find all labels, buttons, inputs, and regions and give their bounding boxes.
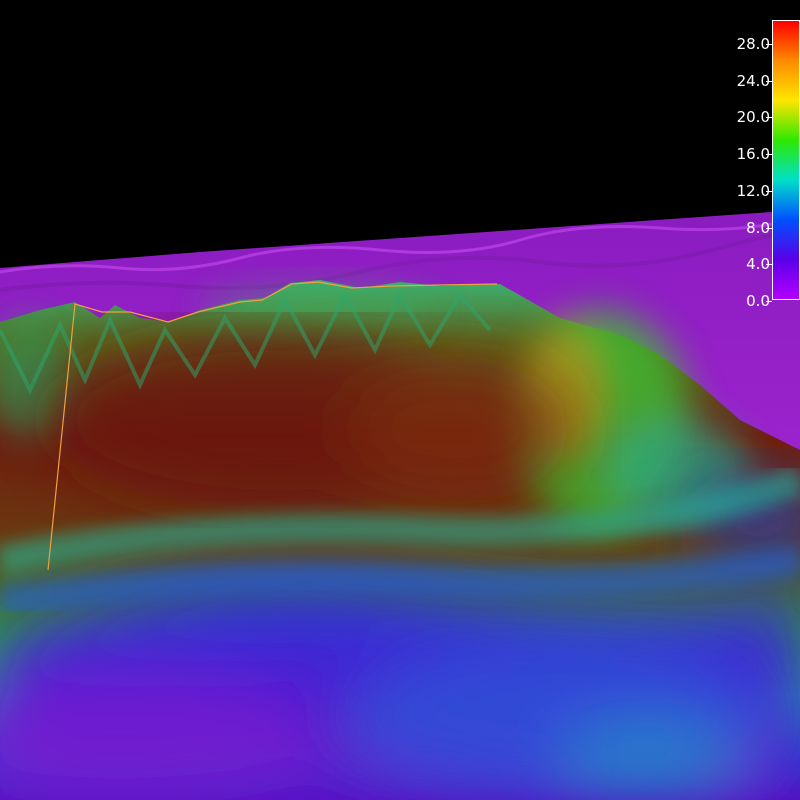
colorbar-tick-mark: [766, 300, 772, 302]
colorbar-gradient: [772, 20, 800, 300]
bathymetry-scene: [0, 0, 800, 800]
colorbar-tick-label: 28.0: [736, 35, 770, 53]
colorbar-tick-label: 16.0: [736, 145, 770, 164]
colorbar-tick-mark: [766, 44, 772, 45]
colorbar-tick-label: 12.0: [736, 181, 770, 200]
colorbar-tick-mark: [766, 190, 772, 192]
colorbar-tick-mark: [766, 227, 772, 229]
colorbar-tick-mark: [766, 154, 772, 156]
colorbar-tick-label: 20.0: [736, 108, 770, 127]
colorbar-tick-label: 24.0: [736, 71, 770, 90]
colorbar-legend: 28.0 24.0 20.0 16.0 12.0 8.0 4.0 0.0: [726, 20, 800, 309]
colorbar-tick-mark: [766, 80, 772, 82]
colorbar-tick-mark: [766, 264, 772, 266]
colorbar-tick-mark: [766, 117, 772, 119]
